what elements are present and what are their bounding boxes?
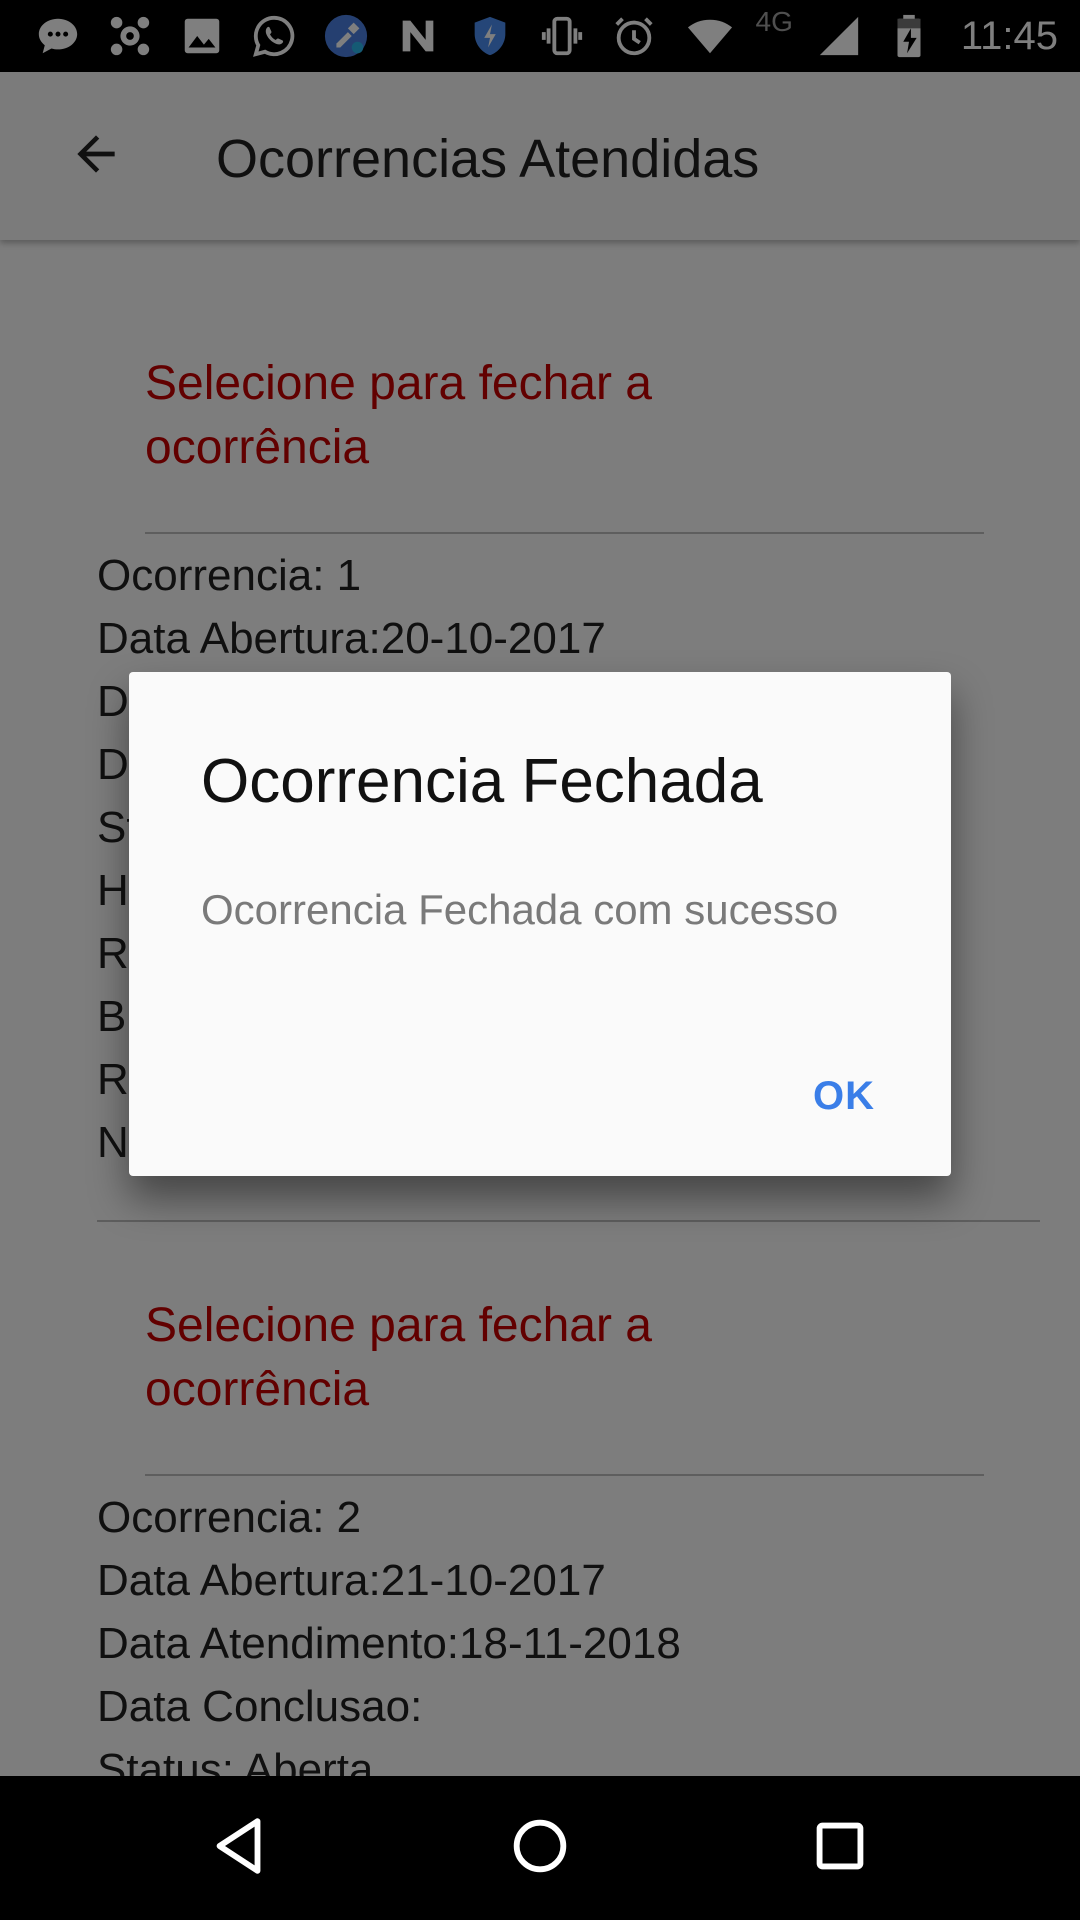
nav-home-icon (505, 1811, 575, 1886)
alert-dialog: Ocorrencia Fechada Ocorrencia Fechada co… (129, 672, 951, 1176)
nav-back-icon (205, 1811, 275, 1886)
dialog-title: Ocorrencia Fechada (201, 747, 763, 816)
nav-recents-icon (805, 1811, 875, 1886)
dialog-message: Ocorrencia Fechada com sucesso (201, 886, 839, 933)
nav-recents-button[interactable] (780, 1800, 900, 1896)
nav-back-button[interactable] (180, 1800, 300, 1896)
nav-home-button[interactable] (480, 1800, 600, 1896)
ok-button[interactable]: OK (791, 1058, 897, 1135)
navigation-bar (0, 1776, 1080, 1920)
